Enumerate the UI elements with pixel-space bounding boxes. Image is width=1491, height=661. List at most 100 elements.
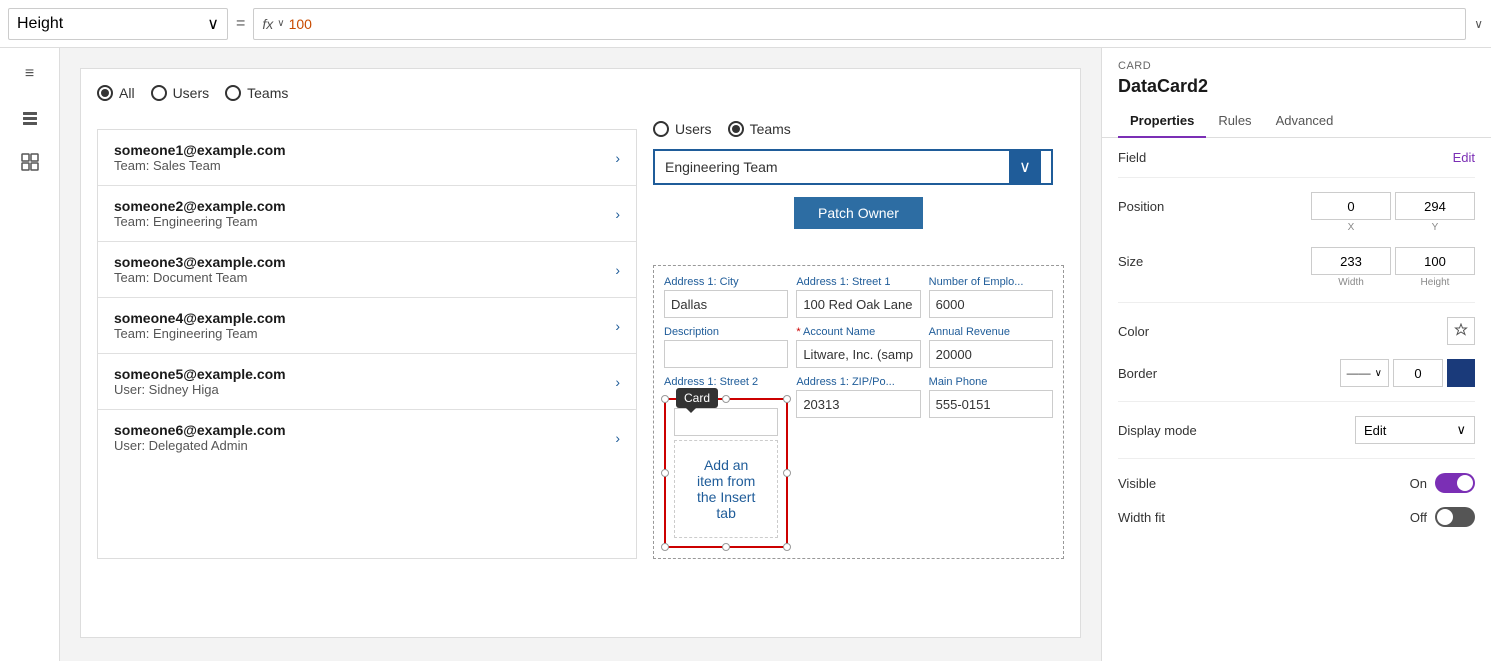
color-picker[interactable] xyxy=(1447,317,1475,345)
position-section: Position X Y xyxy=(1118,192,1475,233)
field-label-description: Description xyxy=(664,326,788,338)
field-input-city[interactable] xyxy=(664,290,788,318)
size-label: Size xyxy=(1118,254,1198,269)
equals-sign: = xyxy=(236,15,245,33)
handle-dot-bl[interactable] xyxy=(661,543,669,551)
patch-owner-button[interactable]: Patch Owner xyxy=(794,197,923,229)
visible-toggle-container: On xyxy=(1410,473,1475,493)
size-width-input[interactable] xyxy=(1311,247,1391,275)
border-controls: —— ∨ xyxy=(1340,359,1475,387)
radio-teams[interactable]: Teams xyxy=(225,85,288,101)
user-info: someone6@example.com User: Delegated Adm… xyxy=(114,422,286,453)
user-info: someone3@example.com Team: Document Team xyxy=(114,254,286,285)
tab-rules[interactable]: Rules xyxy=(1206,105,1263,138)
color-label: Color xyxy=(1118,324,1198,339)
layers-icon[interactable] xyxy=(16,104,44,132)
border-line: —— xyxy=(1347,366,1371,380)
handle-dot-top[interactable] xyxy=(722,395,730,403)
position-inputs xyxy=(1311,192,1475,220)
list-item[interactable]: someone6@example.com User: Delegated Adm… xyxy=(98,410,636,465)
panel-section-label: CARD xyxy=(1102,48,1491,72)
teams-radio-group: Users Teams xyxy=(653,121,1064,137)
border-label: Border xyxy=(1118,366,1198,381)
height-label: Height xyxy=(17,15,63,33)
field-input-description[interactable] xyxy=(664,340,788,368)
handle-dot-tl[interactable] xyxy=(661,395,669,403)
field-input-street1[interactable] xyxy=(796,290,920,318)
data-card-zip: Address 1: ZIP/Po... xyxy=(796,376,920,548)
user-email: someone2@example.com xyxy=(114,198,286,214)
fx-area[interactable]: fx ∨ 100 xyxy=(253,8,1466,40)
user-email: someone1@example.com xyxy=(114,142,286,158)
user-email: someone6@example.com xyxy=(114,422,286,438)
list-item[interactable]: someone3@example.com Team: Document Team… xyxy=(98,242,636,298)
form-radio-teams[interactable]: Teams xyxy=(728,121,791,137)
border-style-selector[interactable]: —— ∨ xyxy=(1340,359,1389,387)
position-y-group xyxy=(1395,192,1475,220)
border-width-input[interactable] xyxy=(1393,359,1443,387)
form-radio-users[interactable]: Users xyxy=(653,121,712,137)
form-radio-users-circle xyxy=(653,121,669,137)
menu-icon[interactable]: ≡ xyxy=(16,60,44,88)
form-radio-teams-circle xyxy=(728,121,744,137)
team-dropdown[interactable]: Engineering Team ∨ xyxy=(653,149,1053,185)
visible-label: Visible xyxy=(1118,476,1198,491)
position-y-input[interactable] xyxy=(1395,192,1475,220)
visible-toggle[interactable] xyxy=(1435,473,1475,493)
tab-properties[interactable]: Properties xyxy=(1118,105,1206,138)
data-card-street1: Address 1: Street 1 xyxy=(796,276,920,318)
handle-dot-br[interactable] xyxy=(783,543,791,551)
field-input-employees[interactable] xyxy=(929,290,1053,318)
tab-advanced[interactable]: Advanced xyxy=(1264,105,1346,138)
divider-3 xyxy=(1118,458,1475,459)
radio-all[interactable]: All xyxy=(97,85,135,101)
edit-link[interactable]: Edit xyxy=(1453,150,1475,165)
list-item[interactable]: someone2@example.com Team: Engineering T… xyxy=(98,186,636,242)
display-mode-row: Display mode Edit ∨ xyxy=(1118,416,1475,444)
field-input-revenue[interactable] xyxy=(929,340,1053,368)
list-item[interactable]: someone4@example.com Team: Engineering T… xyxy=(98,298,636,354)
position-x-input[interactable] xyxy=(1311,192,1391,220)
field-input-zip[interactable] xyxy=(796,390,920,418)
height-sublabel: Height xyxy=(1395,277,1475,288)
user-list: someone1@example.com Team: Sales Team › … xyxy=(97,129,637,559)
display-mode-label: Display mode xyxy=(1118,423,1198,438)
height-selector[interactable]: Height ∨ xyxy=(8,8,228,40)
user-team: Team: Engineering Team xyxy=(114,326,286,341)
field-label-account: * Account Name xyxy=(796,326,920,338)
field-input-account[interactable] xyxy=(796,340,920,368)
field-input-phone[interactable] xyxy=(929,390,1053,418)
handle-dot-right[interactable] xyxy=(783,469,791,477)
size-section: Size Width Height xyxy=(1118,247,1475,288)
handle-dot-bottom[interactable] xyxy=(722,543,730,551)
data-card-city: Address 1: City xyxy=(664,276,788,318)
field-label: Field xyxy=(1118,150,1198,165)
item-chevron: › xyxy=(615,374,620,390)
user-team: Team: Sales Team xyxy=(114,158,286,173)
size-height-input[interactable] xyxy=(1395,247,1475,275)
width-sublabel: Width xyxy=(1311,277,1391,288)
radio-users[interactable]: Users xyxy=(151,85,210,101)
display-mode-value: Edit xyxy=(1364,423,1386,438)
card-insert-text: Add an item fromthe Insert tab xyxy=(674,440,778,538)
handle-dot-left[interactable] xyxy=(661,469,669,477)
field-label-zip: Address 1: ZIP/Po... xyxy=(796,376,920,388)
handle-dot-tr[interactable] xyxy=(783,395,791,403)
color-row: Color xyxy=(1118,317,1475,345)
item-chevron: › xyxy=(615,262,620,278)
user-team: Team: Document Team xyxy=(114,270,286,285)
fx-chevron: ∨ xyxy=(277,18,284,29)
list-item[interactable]: someone1@example.com Team: Sales Team › xyxy=(98,130,636,186)
width-fit-toggle[interactable] xyxy=(1435,507,1475,527)
components-icon[interactable] xyxy=(16,148,44,176)
border-color-picker[interactable] xyxy=(1447,359,1475,387)
display-mode-dropdown[interactable]: Edit ∨ xyxy=(1355,416,1475,444)
item-chevron: › xyxy=(615,150,620,166)
width-fit-label: Width fit xyxy=(1118,510,1198,525)
form-radio-teams-label: Teams xyxy=(750,121,791,137)
divider-1 xyxy=(1118,302,1475,303)
visible-row: Visible On xyxy=(1118,473,1475,493)
form-radio-users-label: Users xyxy=(675,121,712,137)
list-item[interactable]: someone5@example.com User: Sidney Higa › xyxy=(98,354,636,410)
width-fit-row: Width fit Off xyxy=(1118,507,1475,527)
